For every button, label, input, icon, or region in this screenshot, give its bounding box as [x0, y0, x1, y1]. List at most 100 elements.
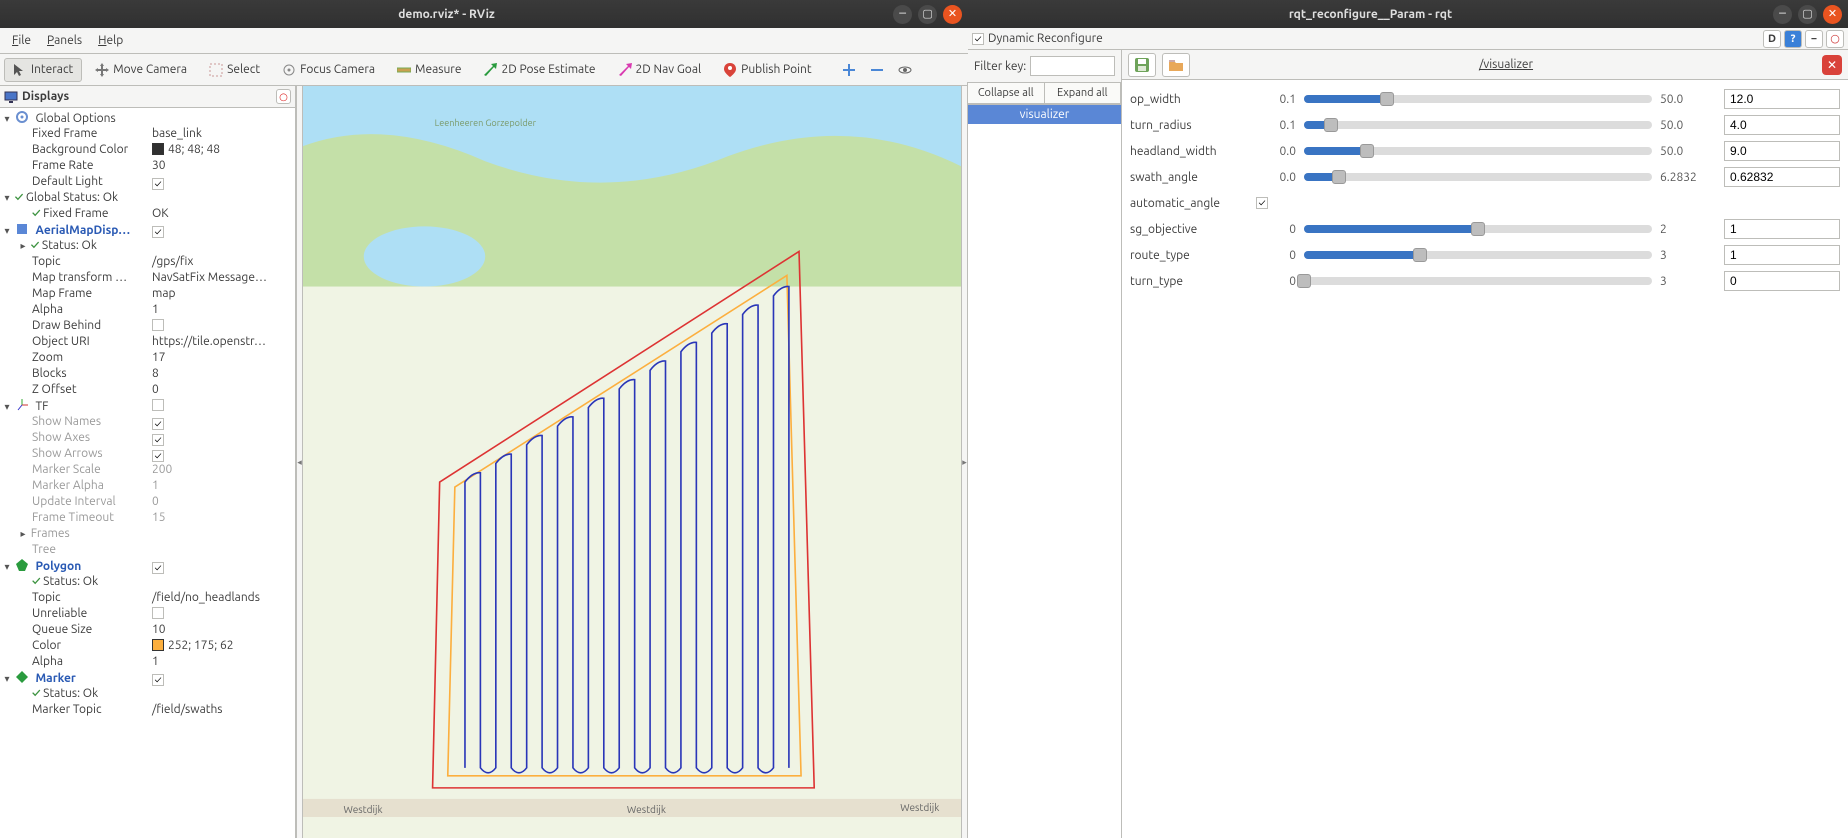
tool-focus-camera[interactable]: Focus Camera: [273, 58, 384, 82]
param-panel-close[interactable]: ✕: [1822, 55, 1842, 75]
tree-draw-behind[interactable]: Draw Behind: [0, 318, 295, 334]
tree-marker-scale[interactable]: Marker Scale200: [0, 462, 295, 478]
tree-poly-status[interactable]: ✓ Status: Ok: [0, 574, 295, 590]
menu-panels[interactable]: Panels: [39, 31, 90, 50]
tool-2d-nav-goal[interactable]: 2D Nav Goal: [609, 58, 711, 82]
tree-node-visualizer[interactable]: visualizer: [968, 105, 1121, 124]
save-button[interactable]: [1128, 53, 1156, 77]
displays-close[interactable]: ○: [276, 89, 291, 104]
tree-bg-color[interactable]: Background Color48; 48; 48: [0, 142, 295, 158]
param-slider[interactable]: [1304, 277, 1652, 285]
tool-add[interactable]: [837, 58, 861, 82]
maximize-button[interactable]: ▢: [918, 5, 937, 24]
tree-z-offset[interactable]: Z Offset0: [0, 382, 295, 398]
param-slider[interactable]: [1304, 173, 1652, 181]
tree-tree[interactable]: Tree: [0, 542, 295, 558]
expand-all-button[interactable]: Expand all: [1044, 82, 1122, 104]
param-route-type: route_type 0 3: [1130, 242, 1840, 268]
collapse-all-button[interactable]: Collapse all: [967, 82, 1045, 104]
tool-2d-pose-estimate[interactable]: 2D Pose Estimate: [474, 58, 604, 82]
tool-measure[interactable]: Measure: [388, 58, 470, 82]
rviz-window: demo.rviz* - RViz ─ ▢ ✕ File Panels Help…: [0, 0, 968, 838]
rqt-node-tree[interactable]: visualizer: [968, 105, 1121, 838]
param-checkbox[interactable]: [1256, 197, 1268, 209]
tree-blocks[interactable]: Blocks8: [0, 366, 295, 382]
param-value-input[interactable]: [1724, 141, 1840, 161]
minimize-button[interactable]: ─: [1773, 5, 1792, 24]
tree-show-arrows[interactable]: Show Arrows: [0, 446, 295, 462]
help-button[interactable]: ?: [1784, 30, 1802, 48]
close-button[interactable]: ✕: [943, 5, 962, 24]
param-value-input[interactable]: [1724, 167, 1840, 187]
tree-poly-topic[interactable]: Topic/field/no_headlands: [0, 590, 295, 606]
tree-mk-topic[interactable]: Marker Topic/field/swaths: [0, 702, 295, 718]
dock-d-button[interactable]: D: [1763, 30, 1781, 48]
tool-select[interactable]: Select: [200, 58, 269, 82]
tree-show-axes[interactable]: Show Axes: [0, 430, 295, 446]
param-value-input[interactable]: [1724, 271, 1840, 291]
tree-queue[interactable]: Queue Size10: [0, 622, 295, 638]
tree-frames[interactable]: ▸ Frames: [0, 526, 295, 542]
minimize-button[interactable]: ─: [893, 5, 912, 24]
tree-fixed-frame[interactable]: Fixed Framebase_link: [0, 126, 295, 142]
displays-tree[interactable]: ▾ Global Options Fixed Framebase_link Ba…: [0, 108, 295, 838]
param-slider[interactable]: [1304, 147, 1652, 155]
param-slider[interactable]: [1304, 251, 1652, 259]
tree-aerial[interactable]: ▾ AerialMapDisp…: [0, 222, 295, 238]
subpanel-minus[interactable]: −: [1805, 30, 1823, 48]
tool-move-camera[interactable]: Move Camera: [86, 58, 196, 82]
open-button[interactable]: [1162, 53, 1190, 77]
map-icon: [15, 222, 29, 236]
tool-view-toggle[interactable]: [893, 58, 917, 82]
tree-show-names[interactable]: Show Names: [0, 414, 295, 430]
tree-global-options[interactable]: ▾ Global Options: [0, 110, 295, 126]
tree-global-status[interactable]: ▾ ✓ Global Status: Ok: [0, 190, 295, 206]
tree-default-light[interactable]: Default Light: [0, 174, 295, 190]
maximize-button[interactable]: ▢: [1798, 5, 1817, 24]
tree-frame-timeout[interactable]: Frame Timeout15: [0, 510, 295, 526]
tree-unreliable[interactable]: Unreliable: [0, 606, 295, 622]
map-render: Westdijk Westdijk Westdijk Leenheeren Go…: [303, 86, 961, 838]
tree-zoom[interactable]: Zoom17: [0, 350, 295, 366]
tool-interact[interactable]: Interact: [4, 58, 82, 82]
menu-file[interactable]: File: [4, 31, 39, 50]
param-list: op_width 0.1 50.0 turn_radius 0.1 50.0: [1122, 80, 1848, 300]
param-slider[interactable]: [1304, 121, 1652, 129]
param-value-input[interactable]: [1724, 89, 1840, 109]
tree-marker[interactable]: ▾ Marker: [0, 670, 295, 686]
rviz-titlebar: demo.rviz* - RViz ─ ▢ ✕: [0, 0, 968, 28]
tree-poly-color[interactable]: Color252; 175; 62: [0, 638, 295, 654]
filter-input[interactable]: [1030, 56, 1115, 76]
tree-map-frame[interactable]: Map Framemap: [0, 286, 295, 302]
param-value-input[interactable]: [1724, 115, 1840, 135]
splitter-left[interactable]: ◂: [296, 86, 303, 838]
tree-polygon[interactable]: ▾ Polygon: [0, 558, 295, 574]
rviz-3d-view[interactable]: Westdijk Westdijk Westdijk Leenheeren Go…: [303, 86, 961, 838]
displays-header[interactable]: Displays ○: [0, 86, 295, 108]
tree-marker-alpha[interactable]: Marker Alpha1: [0, 478, 295, 494]
tree-gs-fixed-frame[interactable]: ✓ Fixed FrameOK: [0, 206, 295, 222]
menu-help[interactable]: Help: [90, 31, 131, 50]
param-value-input[interactable]: [1724, 219, 1840, 239]
close-button[interactable]: ✕: [1823, 5, 1842, 24]
t -remove[interactable]: [865, 58, 889, 82]
tree-aerial-alpha[interactable]: Alpha1: [0, 302, 295, 318]
tree-frame-rate[interactable]: Frame Rate30: [0, 158, 295, 174]
tool-publish-point[interactable]: Publish Point: [714, 58, 820, 82]
param-slider[interactable]: [1304, 95, 1652, 103]
param-slider[interactable]: [1304, 225, 1652, 233]
splitter-right[interactable]: ▸: [961, 86, 968, 838]
select-icon: [209, 63, 223, 77]
param-label: op_width: [1130, 93, 1248, 106]
subpanel-close[interactable]: ○: [1826, 30, 1844, 48]
tree-map-transform[interactable]: Map transform …NavSatFix Message…: [0, 270, 295, 286]
tree-poly-alpha[interactable]: Alpha1: [0, 654, 295, 670]
tree-update-interval[interactable]: Update Interval0: [0, 494, 295, 510]
tree-aerial-topic[interactable]: Topic/gps/fix: [0, 254, 295, 270]
tree-aerial-status[interactable]: ▸ ✓ Status: Ok: [0, 238, 295, 254]
tree-mk-status[interactable]: ✓ Status: Ok: [0, 686, 295, 702]
dock-checkbox[interactable]: [972, 33, 984, 45]
tree-object-uri[interactable]: Object URIhttps://tile.openstr…: [0, 334, 295, 350]
param-value-input[interactable]: [1724, 245, 1840, 265]
tree-tf[interactable]: ▾ TF: [0, 398, 295, 414]
